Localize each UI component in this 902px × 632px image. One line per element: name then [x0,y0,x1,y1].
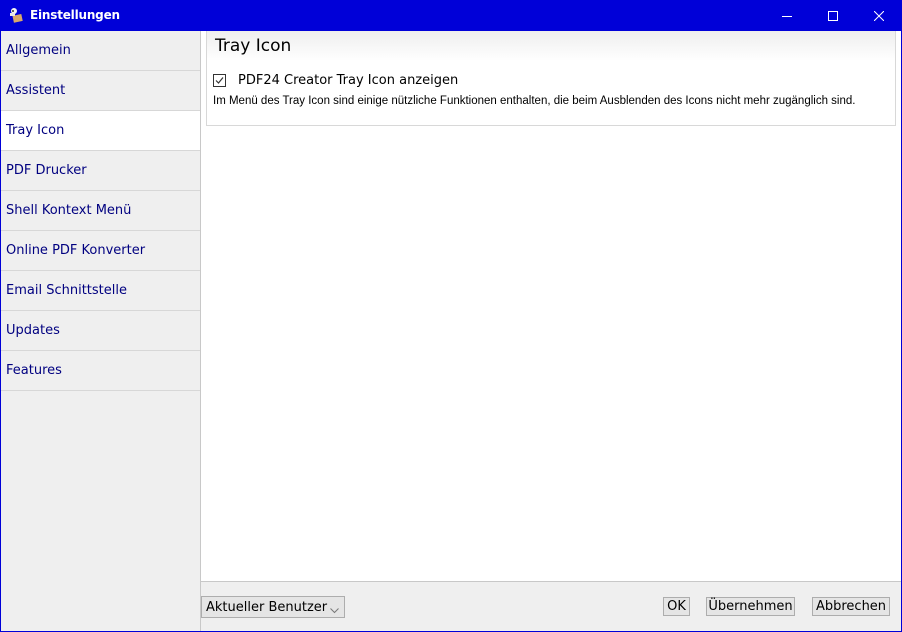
sidebar-item-label: Email Schnittstelle [6,283,127,298]
show-tray-icon-label: PDF24 Creator Tray Icon anzeigen [238,73,459,88]
window-title: Einstellungen [30,8,120,22]
pdf24-mascot-icon [8,7,24,23]
close-icon [874,10,884,21]
dialog-body: Allgemein Assistent Tray Icon PDF Drucke… [1,31,901,631]
chevron-down-icon [330,603,339,618]
sidebar-item-label: Updates [6,323,60,338]
show-tray-icon-checkbox[interactable] [213,74,226,87]
apply-button[interactable]: Übernehmen [706,597,795,616]
minimize-button[interactable] [764,0,810,31]
tray-icon-section: Tray Icon PDF24 Creator Tray Icon anzeig… [206,31,896,126]
sidebar-item-tray-icon[interactable]: Tray Icon [1,111,200,151]
sidebar-item-online-pdf-konverter[interactable]: Online PDF Konverter [1,231,200,271]
sidebar-item-label: Features [6,363,62,378]
minimize-icon [782,11,792,21]
settings-content: Tray Icon PDF24 Creator Tray Icon anzeig… [201,31,901,582]
cancel-button[interactable]: Abbrechen [812,597,890,616]
sidebar-item-shell-kontext-menu[interactable]: Shell Kontext Menü [1,191,200,231]
sidebar-item-updates[interactable]: Updates [1,311,200,351]
checkmark-icon [215,77,224,84]
ok-button[interactable]: OK [663,597,690,616]
sidebar-item-label: Online PDF Konverter [6,243,146,258]
settings-sidebar: Allgemein Assistent Tray Icon PDF Drucke… [1,31,201,631]
maximize-button[interactable] [810,0,856,31]
sidebar-item-label: Shell Kontext Menü [6,203,132,218]
sidebar-item-allgemein[interactable]: Allgemein [1,31,200,71]
sidebar-item-label: PDF Drucker [6,163,87,178]
scope-select[interactable]: Aktueller Benutzer [201,596,345,618]
settings-window: Einstellungen Allgemein Assistent Tray I… [0,0,902,632]
title-bar[interactable]: Einstellungen [0,0,902,31]
dialog-footer: Aktueller Benutzer OK Übernehmen Abbrech… [201,582,901,631]
tray-icon-hint: Im Menü des Tray Icon sind einige nützli… [213,95,856,107]
maximize-icon [828,10,838,21]
sidebar-item-assistent[interactable]: Assistent [1,71,200,111]
scope-select-value: Aktueller Benutzer [206,599,328,615]
sidebar-item-label: Assistent [6,83,66,98]
close-button[interactable] [856,0,902,31]
show-tray-icon-option[interactable]: PDF24 Creator Tray Icon anzeigen [213,73,458,88]
sidebar-item-features[interactable]: Features [1,351,200,391]
sidebar-item-label: Tray Icon [6,123,65,138]
sidebar-item-email-schnittstelle[interactable]: Email Schnittstelle [1,271,200,311]
sidebar-item-pdf-drucker[interactable]: PDF Drucker [1,151,200,191]
section-title: Tray Icon [207,31,895,61]
sidebar-item-label: Allgemein [6,43,71,58]
